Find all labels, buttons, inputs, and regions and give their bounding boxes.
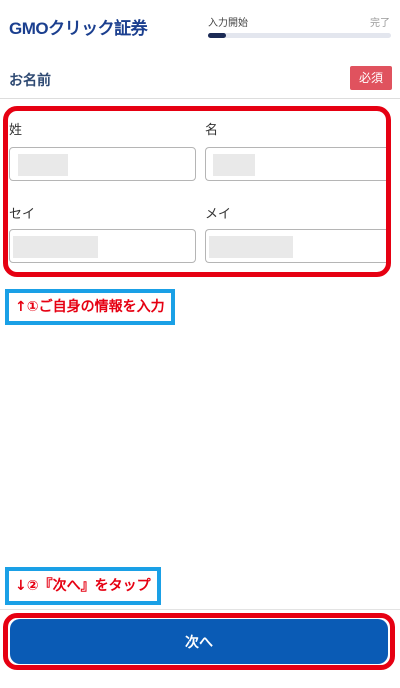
next-button[interactable]: 次へ [10,619,388,664]
progress-bar-fill [208,33,227,38]
section-title: お名前 [9,73,51,89]
instruction-step1: ↑①ご自身の情報を入力 [5,289,175,325]
footer-divider [0,609,400,610]
required-badge: 必須 [350,66,392,90]
header: GMOクリック証券 入力開始 完了 [0,0,400,48]
fields-highlight-frame [3,106,391,277]
progress-end-label: 完了 [370,18,390,29]
progress-bar [208,33,391,38]
gmo-click-logo: GMOクリック証券 [9,19,148,38]
instruction-step2: ↓②『次へ』をタップ [5,567,161,605]
progress-start-label: 入力開始 [208,18,248,29]
name-section-header: お名前 必須 [0,58,400,99]
